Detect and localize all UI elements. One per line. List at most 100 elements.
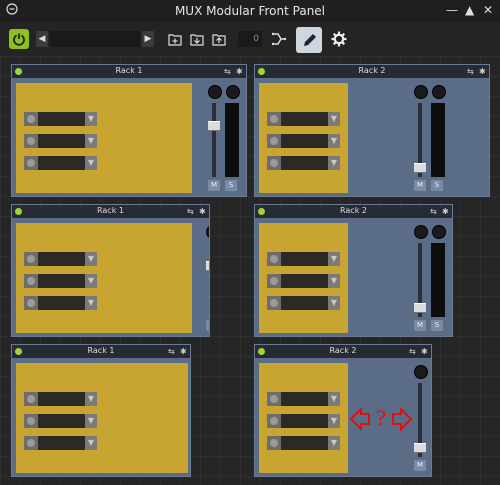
gain-knob[interactable] xyxy=(414,85,428,99)
slot-toggle[interactable] xyxy=(24,252,38,266)
input-slot[interactable]: ▼ xyxy=(24,134,97,148)
slot-toggle[interactable] xyxy=(24,134,38,148)
chevron-down-icon[interactable]: ▼ xyxy=(328,112,340,126)
chevron-down-icon[interactable]: ▼ xyxy=(328,414,340,428)
preset-selector[interactable] xyxy=(50,31,140,47)
input-slot[interactable]: ▼ xyxy=(24,296,97,310)
input-slot[interactable]: ▼ xyxy=(267,392,340,406)
slot-toggle[interactable] xyxy=(267,134,281,148)
volume-fader[interactable] xyxy=(206,261,209,271)
slot-toggle[interactable] xyxy=(267,274,281,288)
mute-button[interactable]: M xyxy=(414,180,426,191)
input-slot[interactable]: ▼ xyxy=(24,392,97,406)
volume-fader[interactable] xyxy=(414,163,426,173)
input-slot[interactable]: ▼ xyxy=(267,252,340,266)
solo-button[interactable]: S xyxy=(431,180,443,191)
gear-icon[interactable]: ✱ xyxy=(180,347,187,356)
routing-icon[interactable]: ⇆ xyxy=(187,207,194,216)
gain-knob[interactable] xyxy=(414,225,428,239)
module-header[interactable]: Rack 2 ⇆ ✱ xyxy=(255,205,452,218)
slot-toggle[interactable] xyxy=(24,436,38,450)
chevron-down-icon[interactable]: ▼ xyxy=(85,392,97,406)
slot-toggle[interactable] xyxy=(267,252,281,266)
mute-button[interactable]: M xyxy=(414,320,426,331)
slot-toggle[interactable] xyxy=(24,156,38,170)
solo-button[interactable]: S xyxy=(431,320,443,331)
maximize-button[interactable]: ▲ xyxy=(465,3,474,17)
chevron-down-icon[interactable]: ▼ xyxy=(328,156,340,170)
routing-icon[interactable]: ⇆ xyxy=(409,347,416,356)
chevron-down-icon[interactable]: ▼ xyxy=(328,392,340,406)
module-header[interactable]: Rack 1 ⇆ ✱ xyxy=(12,345,190,358)
mute-button[interactable]: M xyxy=(414,460,426,471)
input-slot[interactable]: ▼ xyxy=(267,156,340,170)
minimize-button[interactable]: — xyxy=(446,3,458,17)
input-slot[interactable]: ▼ xyxy=(267,274,340,288)
chevron-down-icon[interactable]: ▼ xyxy=(328,436,340,450)
rack-module[interactable]: Rack 2 ⇆ ✱ ▼ ▼ ▼ M S xyxy=(254,204,453,337)
gear-icon[interactable]: ✱ xyxy=(236,67,243,76)
chevron-down-icon[interactable]: ▼ xyxy=(85,252,97,266)
routing-icon[interactable]: ⇆ xyxy=(467,67,474,76)
gear-icon[interactable]: ✱ xyxy=(421,347,428,356)
pan-knob[interactable] xyxy=(226,85,240,99)
gear-icon[interactable] xyxy=(331,31,347,47)
input-slot[interactable]: ▼ xyxy=(24,274,97,288)
input-slot[interactable]: ▼ xyxy=(24,156,97,170)
slot-toggle[interactable] xyxy=(24,296,38,310)
file-save-icon[interactable] xyxy=(211,31,227,47)
chevron-down-icon[interactable]: ▼ xyxy=(85,134,97,148)
volume-fader[interactable] xyxy=(414,303,426,313)
edit-button[interactable] xyxy=(296,27,322,53)
rack-module[interactable]: Rack 1 ⇆ ✱ ▼ ▼ ▼ xyxy=(11,344,191,477)
input-slot[interactable]: ▼ xyxy=(24,436,97,450)
mute-button[interactable]: M xyxy=(208,180,220,191)
input-slot[interactable]: ▼ xyxy=(24,112,97,126)
rack-module[interactable]: Rack 1 ⇆ ✱ ▼ ▼ ▼ M S xyxy=(11,64,247,197)
gear-icon[interactable]: ✱ xyxy=(479,67,486,76)
slot-toggle[interactable] xyxy=(267,156,281,170)
chevron-down-icon[interactable]: ▼ xyxy=(85,436,97,450)
chevron-down-icon[interactable]: ▼ xyxy=(328,252,340,266)
gear-icon[interactable]: ✱ xyxy=(199,207,206,216)
routing-icon[interactable]: ⇆ xyxy=(224,67,231,76)
chevron-down-icon[interactable]: ▼ xyxy=(85,414,97,428)
pan-knob[interactable] xyxy=(432,225,446,239)
slot-toggle[interactable] xyxy=(24,414,38,428)
next-button[interactable]: ▶ xyxy=(142,31,154,47)
chevron-down-icon[interactable]: ▼ xyxy=(85,274,97,288)
chevron-down-icon[interactable]: ▼ xyxy=(328,274,340,288)
module-header[interactable]: Rack 1 ⇆ ✱ xyxy=(12,65,246,78)
input-slot[interactable]: ▼ xyxy=(267,414,340,428)
slot-toggle[interactable] xyxy=(24,112,38,126)
input-slot[interactable]: ▼ xyxy=(267,436,340,450)
volume-fader[interactable] xyxy=(414,443,426,453)
routing-icon[interactable]: ⇆ xyxy=(168,347,175,356)
input-slot[interactable]: ▼ xyxy=(267,134,340,148)
chevron-down-icon[interactable]: ▼ xyxy=(85,156,97,170)
routing-icon[interactable] xyxy=(271,31,287,47)
chevron-down-icon[interactable]: ▼ xyxy=(328,296,340,310)
input-slot[interactable]: ▼ xyxy=(267,112,340,126)
routing-icon[interactable]: ⇆ xyxy=(430,207,437,216)
power-button[interactable] xyxy=(9,29,29,49)
file-open-icon[interactable] xyxy=(189,31,205,47)
input-slot[interactable]: ▼ xyxy=(24,252,97,266)
mute-button[interactable]: M xyxy=(206,320,209,331)
volume-fader[interactable] xyxy=(208,121,220,131)
close-button[interactable]: ✕ xyxy=(483,3,493,17)
prev-button[interactable]: ◀ xyxy=(36,31,48,47)
pan-knob[interactable] xyxy=(432,85,446,99)
input-slot[interactable]: ▼ xyxy=(267,296,340,310)
slot-toggle[interactable] xyxy=(267,436,281,450)
slot-toggle[interactable] xyxy=(24,392,38,406)
gear-icon[interactable]: ✱ xyxy=(442,207,449,216)
chevron-down-icon[interactable]: ▼ xyxy=(85,112,97,126)
rack-module[interactable]: Rack 2 ⇆ ✱ ▼ ▼ ▼ M S xyxy=(254,64,490,197)
slot-toggle[interactable] xyxy=(24,274,38,288)
module-header[interactable]: Rack 1 ⇆ ✱ xyxy=(12,205,209,218)
chevron-down-icon[interactable]: ▼ xyxy=(328,134,340,148)
solo-button[interactable]: S xyxy=(225,180,237,191)
module-header[interactable]: Rack 2 ⇆ ✱ xyxy=(255,65,489,78)
gain-knob[interactable] xyxy=(208,85,222,99)
